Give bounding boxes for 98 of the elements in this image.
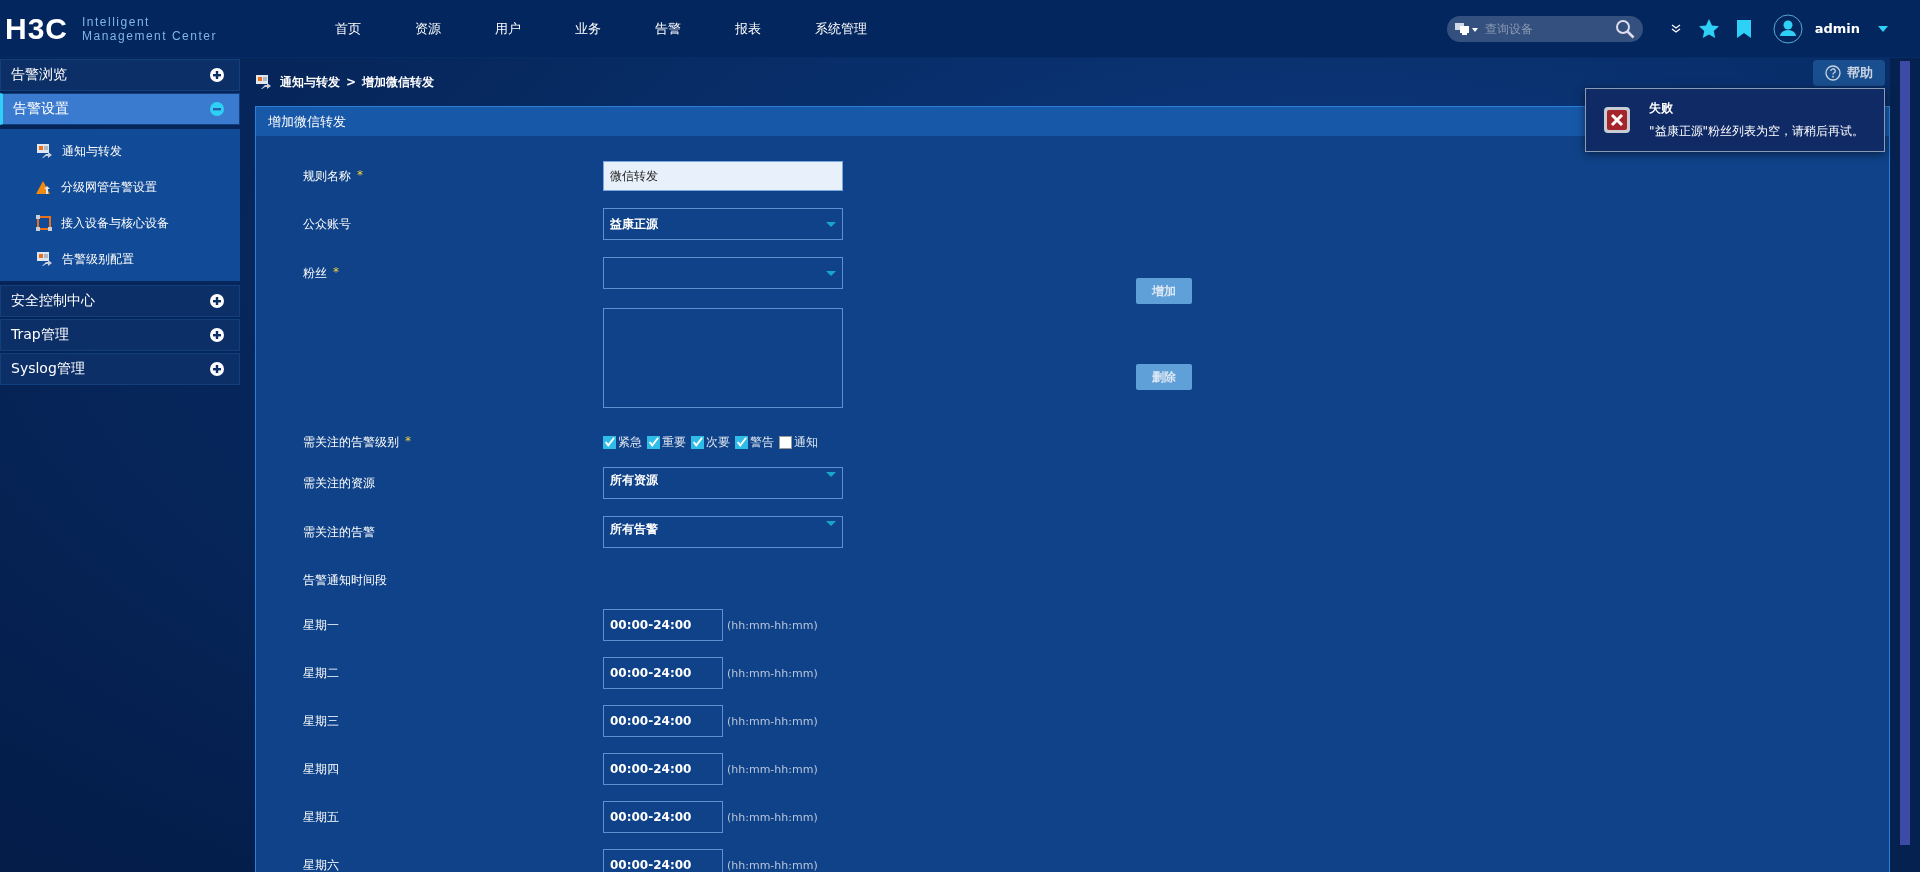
checkbox[interactable]: [691, 435, 704, 449]
required-mark: *: [357, 167, 363, 184]
list-box[interactable]: [603, 308, 843, 408]
field-label: 星期一: [303, 616, 339, 634]
format-hint: (hh:mm-hh:mm): [727, 810, 818, 824]
submenu-item[interactable]: 分级网管告警设置: [61, 178, 157, 196]
time-input[interactable]: 00:00-24:00: [603, 753, 723, 785]
time-input[interactable]: 00:00-24:00: [603, 609, 723, 641]
sidebar-item[interactable]: 告警设置: [0, 93, 240, 125]
field-label: 需关注的告警: [303, 523, 375, 541]
time-input[interactable]: 00:00-24:00: [603, 657, 723, 689]
search-field[interactable]: 查询设备: [1482, 20, 1611, 37]
expand-icon: [210, 68, 224, 82]
submenu-item[interactable]: 通知与转发: [62, 142, 122, 160]
required-mark: *: [333, 265, 339, 281]
breadcrumb-item: 增加微信转发: [362, 73, 435, 91]
checkbox-label: 通知: [794, 433, 818, 451]
sidebar-item[interactable]: Trap管理: [0, 319, 240, 351]
submenu-item[interactable]: 接入设备与核心设备: [61, 214, 169, 232]
required-mark: *: [405, 433, 411, 450]
scrollbar[interactable]: [1900, 61, 1910, 845]
expand-icon: [210, 362, 224, 376]
time-input[interactable]: 00:00-24:00: [603, 705, 723, 737]
format-hint: (hh:mm-hh:mm): [727, 618, 818, 632]
search-bar[interactable]: 查询设备: [1446, 15, 1643, 42]
dropdown-caret-icon: [826, 521, 836, 526]
checkbox[interactable]: [735, 435, 748, 449]
warning-icon: [36, 179, 52, 195]
network-node-icon: [36, 215, 52, 231]
field-label: 需关注的告警级别: [303, 433, 399, 451]
search-icon[interactable]: [1614, 18, 1635, 39]
error-icon: [1603, 106, 1631, 134]
dropdown[interactable]: 益康正源: [603, 208, 843, 240]
field-label: 星期二: [303, 664, 339, 682]
field-label: 星期五: [303, 808, 339, 826]
star-icon[interactable]: [1698, 19, 1719, 38]
breadcrumb-separator: >: [346, 75, 357, 89]
dropdown[interactable]: 所有告警: [603, 516, 843, 548]
sidebar-item[interactable]: Syslog管理: [0, 353, 240, 385]
format-hint: (hh:mm-hh:mm): [727, 714, 818, 728]
checkbox-label: 重要: [662, 433, 686, 451]
field-label: 星期三: [303, 712, 339, 730]
monitor-arrow-icon: [36, 251, 53, 267]
expand-icon: [210, 294, 224, 308]
format-hint: (hh:mm-hh:mm): [727, 762, 818, 776]
checkbox-label: 紧急: [618, 433, 642, 451]
field-label: 需关注的资源: [303, 474, 375, 492]
caret-icon[interactable]: [1878, 25, 1888, 32]
avatar-icon[interactable]: [1772, 13, 1803, 44]
double-chevron-icon[interactable]: [1670, 23, 1681, 34]
collapse-icon: [210, 102, 224, 116]
field-label: 规则名称: [303, 167, 351, 185]
checkbox[interactable]: [647, 435, 660, 449]
sidebar-item[interactable]: 告警浏览: [0, 59, 240, 91]
nav-link[interactable]: 资源: [415, 19, 441, 38]
dropdown[interactable]: [603, 257, 843, 289]
expand-icon: [210, 328, 224, 342]
nav-link[interactable]: 系统管理: [815, 19, 867, 38]
checkbox-label: 警告: [750, 433, 774, 451]
monitor-icon: [1454, 21, 1479, 36]
field-label: 告警通知时间段: [303, 571, 387, 589]
checkmark-icon: [648, 436, 659, 448]
checkbox[interactable]: [603, 435, 616, 449]
nav-link[interactable]: 报表: [735, 19, 761, 38]
checkmark-icon: [604, 436, 615, 448]
nav-link[interactable]: 告警: [655, 19, 681, 38]
nav-link[interactable]: 用户: [495, 19, 521, 38]
dropdown-caret-icon: [826, 472, 836, 477]
field-label: 星期六: [303, 856, 339, 872]
dropdown-caret-icon: [826, 221, 836, 227]
field-label: 星期四: [303, 760, 339, 778]
format-hint: (hh:mm-hh:mm): [727, 666, 818, 680]
field-label: 公众账号: [303, 215, 351, 233]
help-icon: [1825, 65, 1841, 81]
checkmark-icon: [692, 436, 703, 448]
help-button[interactable]: 帮助: [1813, 60, 1885, 86]
breadcrumb-item[interactable]: 通知与转发: [280, 73, 340, 91]
checkbox-label: 次要: [706, 433, 730, 451]
user-name[interactable]: admin: [1814, 21, 1860, 36]
logo-subtitle: Management Center: [82, 28, 217, 43]
format-hint: (hh:mm-hh:mm): [727, 858, 818, 872]
dropdown[interactable]: 所有资源: [603, 467, 843, 499]
monitor-arrow-icon: [36, 143, 53, 159]
checkbox[interactable]: [779, 435, 792, 449]
time-input[interactable]: 00:00-24:00: [603, 801, 723, 833]
checkmark-icon: [736, 436, 747, 448]
time-input[interactable]: 00:00-24:00: [603, 849, 723, 872]
dropdown-caret-icon: [826, 270, 836, 276]
text-input[interactable]: 微信转发: [603, 161, 843, 191]
nav-link[interactable]: 首页: [335, 19, 361, 38]
submenu-item[interactable]: 告警级别配置: [62, 250, 134, 268]
monitor-arrow-icon: [255, 74, 272, 90]
logo: H3C: [5, 11, 68, 46]
sidebar-item[interactable]: 安全控制中心: [0, 285, 240, 317]
nav-link[interactable]: 业务: [575, 19, 601, 38]
logo-subtitle: Intelligent: [82, 14, 151, 29]
field-label: 粉丝: [303, 265, 327, 282]
bookmark-icon[interactable]: [1736, 19, 1751, 38]
